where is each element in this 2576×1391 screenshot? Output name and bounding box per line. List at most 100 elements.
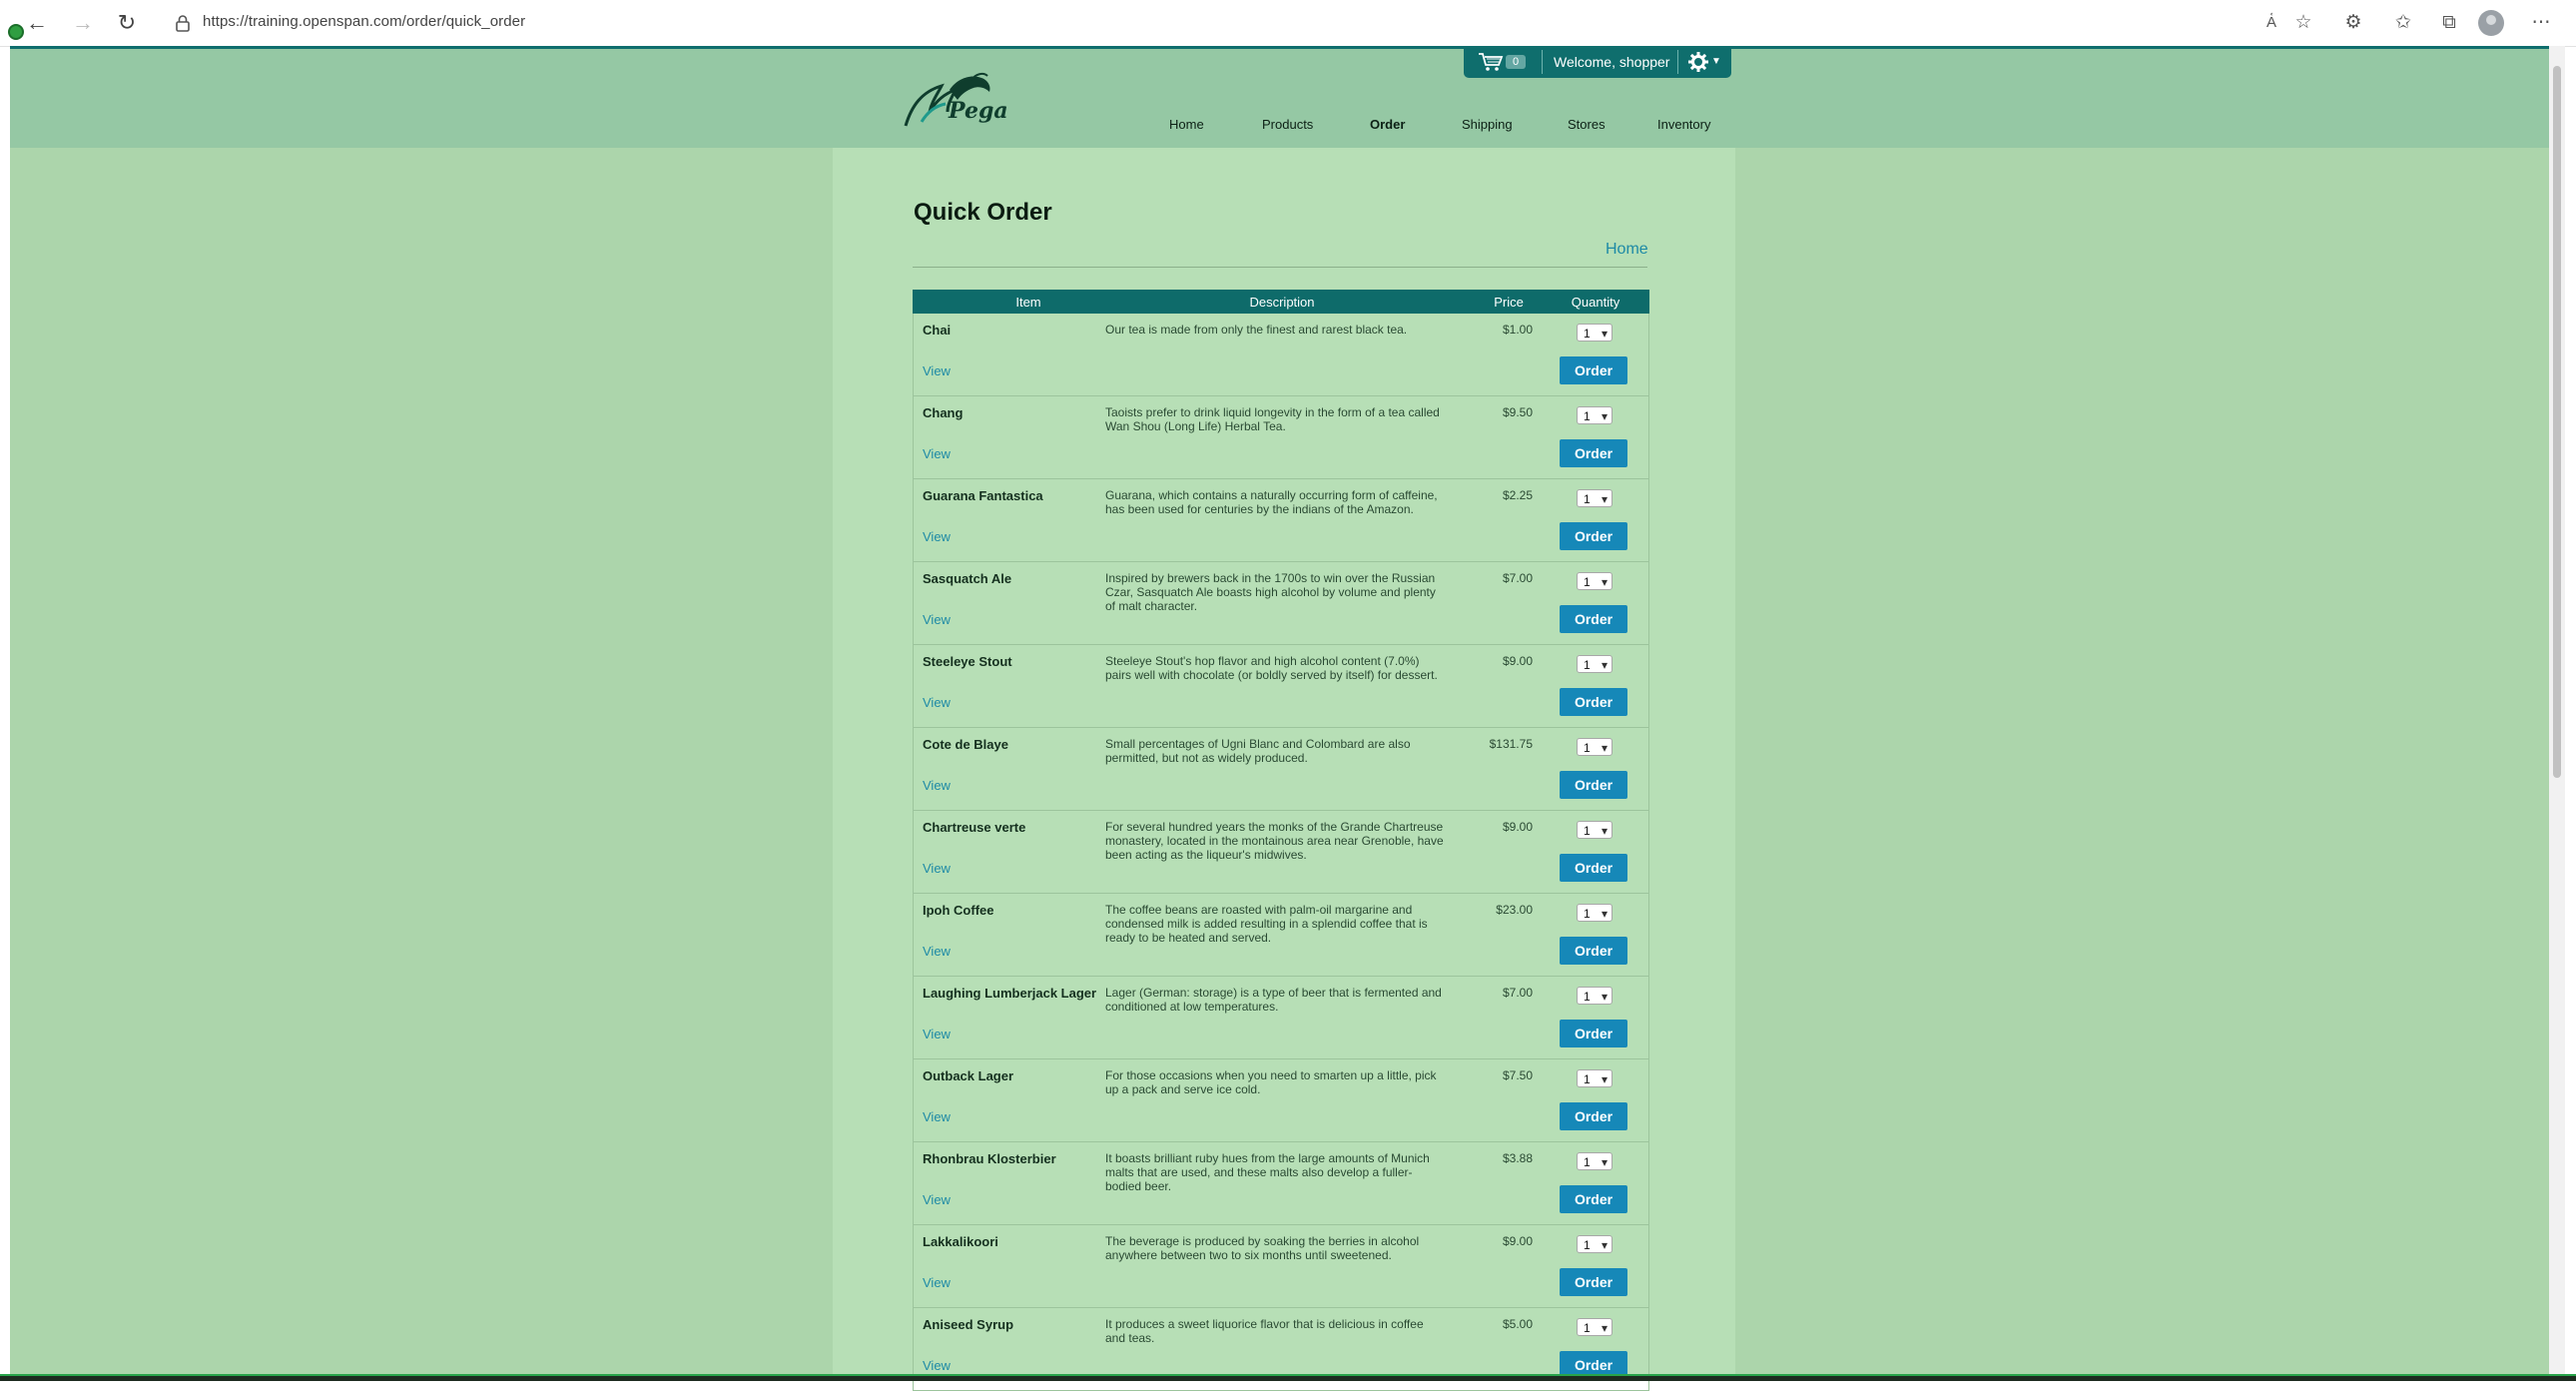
product-description: Guarana, which contains a naturally occu…: [1105, 488, 1438, 516]
order-button[interactable]: Order: [1560, 1020, 1627, 1047]
column-header-description: Description: [1249, 295, 1315, 310]
scrollbar-thumb[interactable]: [2553, 66, 2561, 778]
order-button[interactable]: Order: [1560, 1268, 1627, 1296]
nav-shipping[interactable]: Shipping: [1462, 117, 1513, 132]
product-name: Laughing Lumberjack Lager: [923, 986, 1097, 1001]
order-button[interactable]: Order: [1560, 522, 1627, 550]
view-product-link[interactable]: View: [923, 363, 951, 378]
view-product-link[interactable]: View: [923, 612, 951, 627]
product-price: $131.75: [1489, 737, 1533, 751]
nav-order[interactable]: Order: [1370, 117, 1405, 132]
quantity-select[interactable]: 1: [1577, 1318, 1612, 1337]
product-description: The beverage is produced by soaking the …: [1105, 1234, 1420, 1262]
back-arrow-icon[interactable]: ←: [22, 8, 52, 38]
quantity-select[interactable]: 1: [1577, 821, 1612, 840]
order-button[interactable]: Order: [1560, 688, 1627, 716]
title-divider: [913, 267, 1647, 268]
address-bar-url[interactable]: https://training.openspan.com/order/quic…: [203, 13, 525, 30]
view-product-link[interactable]: View: [923, 1275, 951, 1290]
product-description: Lager (German: storage) is a type of bee…: [1105, 986, 1442, 1014]
order-button[interactable]: Order: [1560, 937, 1627, 965]
quantity-select[interactable]: 1: [1577, 904, 1612, 923]
product-price: $9.00: [1502, 1234, 1533, 1248]
view-product-link[interactable]: View: [923, 944, 951, 959]
product-description: The coffee beans are roasted with palm-o…: [1105, 903, 1428, 945]
lock-icon: [176, 15, 190, 32]
settings-gear-icon[interactable]: [1687, 51, 1709, 73]
pega-logo-text: Pega: [949, 98, 1008, 124]
product-price: $9.00: [1502, 820, 1533, 834]
favorites-icon[interactable]: ✩: [2388, 9, 2418, 37]
order-button[interactable]: Order: [1560, 1102, 1627, 1130]
product-price: $3.88: [1502, 1151, 1533, 1165]
product-description: Our tea is made from only the finest and…: [1105, 323, 1408, 337]
view-product-link[interactable]: View: [923, 1027, 951, 1042]
quantity-select[interactable]: 1: [1577, 738, 1612, 757]
quantity-select[interactable]: 1: [1577, 1069, 1612, 1088]
shopping-cart-icon[interactable]: [1478, 52, 1504, 72]
profile-avatar[interactable]: [2478, 10, 2504, 36]
product-row: Outback Lager For those occasions when yo…: [913, 1059, 1649, 1142]
status-indicator-icon: [8, 24, 24, 40]
taskbar-strip: [0, 1374, 2576, 1381]
home-breadcrumb-link[interactable]: Home: [1606, 241, 1648, 259]
nav-products[interactable]: Products: [1262, 117, 1313, 132]
view-product-link[interactable]: View: [923, 446, 951, 461]
product-row: Lakkalikoori The beverage is produced by …: [913, 1225, 1649, 1308]
nav-inventory[interactable]: Inventory: [1657, 117, 1710, 132]
read-aloud-icon[interactable]: A᷾: [2256, 9, 2286, 37]
favorite-star-icon[interactable]: ☆: [2288, 9, 2318, 37]
page-scrollbar[interactable]: [2549, 46, 2565, 1374]
order-button[interactable]: Order: [1560, 356, 1627, 384]
view-product-link[interactable]: View: [923, 861, 951, 876]
order-button[interactable]: Order: [1560, 1185, 1627, 1213]
product-price: $7.00: [1502, 571, 1533, 585]
view-product-link[interactable]: View: [923, 778, 951, 793]
quantity-select[interactable]: 1: [1577, 324, 1612, 343]
view-product-link[interactable]: View: [923, 1109, 951, 1124]
product-price: $1.00: [1502, 323, 1533, 337]
column-header-price: Price: [1494, 295, 1524, 310]
nav-home[interactable]: Home: [1169, 117, 1204, 132]
forward-arrow-icon[interactable]: →: [68, 8, 98, 38]
collections-icon[interactable]: ⧉: [2434, 9, 2464, 37]
user-bar-divider: [1677, 50, 1678, 74]
view-product-link[interactable]: View: [923, 1192, 951, 1207]
product-row: Rhonbrau Klosterbier It boasts brilliant …: [913, 1142, 1649, 1225]
product-price: $7.00: [1502, 986, 1533, 1000]
product-description: For several hundred years the monks of t…: [1105, 820, 1444, 862]
welcome-message: Welcome, shopper: [1554, 54, 1670, 70]
more-menu-icon[interactable]: ⋯: [2526, 9, 2556, 37]
product-name: Ipoh Coffee: [923, 903, 994, 918]
nav-stores[interactable]: Stores: [1568, 117, 1606, 132]
view-product-link[interactable]: View: [923, 1358, 951, 1373]
cart-count-badge: 0: [1506, 55, 1526, 69]
product-row: Guarana Fantastica Guarana, which contain…: [913, 479, 1649, 562]
quantity-select[interactable]: 1: [1577, 987, 1612, 1006]
order-button[interactable]: Order: [1560, 771, 1627, 799]
site-header: [10, 49, 2556, 148]
extensions-icon[interactable]: ⚙: [2338, 9, 2368, 37]
view-product-link[interactable]: View: [923, 695, 951, 710]
quantity-select[interactable]: 1: [1577, 655, 1612, 674]
refresh-icon[interactable]: ↻: [112, 8, 142, 38]
order-button[interactable]: Order: [1560, 605, 1627, 633]
order-button[interactable]: Order: [1560, 439, 1627, 467]
order-table-header: Item Description Price Quantity: [913, 290, 1649, 314]
order-button[interactable]: Order: [1560, 854, 1627, 882]
quantity-select[interactable]: 1: [1577, 1152, 1612, 1171]
quantity-select[interactable]: 1: [1577, 1235, 1612, 1254]
view-product-link[interactable]: View: [923, 529, 951, 544]
product-description: Steeleye Stout's hop flavor and high alc…: [1105, 654, 1438, 682]
quantity-select[interactable]: 1: [1577, 406, 1612, 425]
quantity-select[interactable]: 1: [1577, 489, 1612, 508]
product-price: $9.00: [1502, 654, 1533, 668]
product-price: $9.50: [1502, 405, 1533, 419]
product-name: Cote de Blaye: [923, 737, 1008, 752]
settings-caret-icon[interactable]: ▼: [1711, 56, 1721, 67]
user-bar-divider: [1542, 50, 1543, 74]
quantity-select[interactable]: 1: [1577, 572, 1612, 591]
product-description: It boasts brilliant ruby hues from the l…: [1105, 1151, 1430, 1193]
product-name: Lakkalikoori: [923, 1234, 998, 1249]
product-name: Chai: [923, 323, 952, 338]
